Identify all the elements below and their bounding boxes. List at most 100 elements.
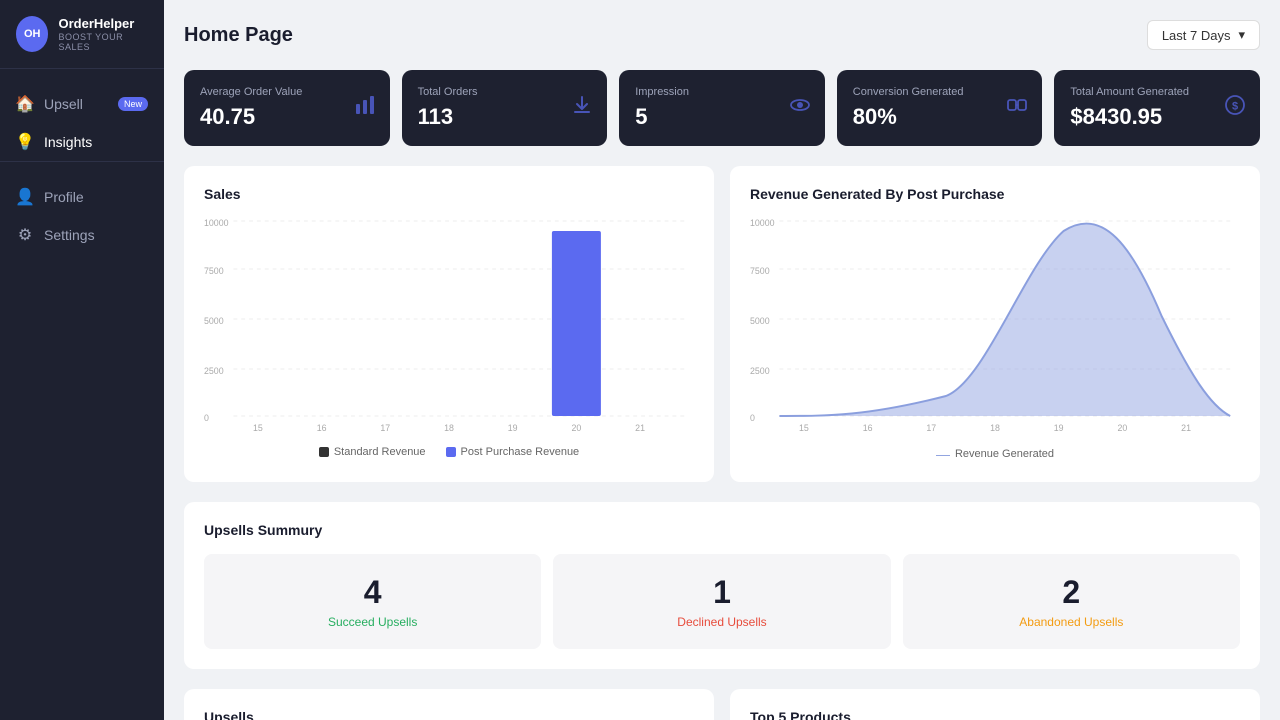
declined-upsells-card: 1 Declined Upsells — [553, 554, 890, 649]
succeed-label: Succeed Upsells — [224, 615, 521, 629]
metric-aov: Average Order Value 40.75 — [184, 70, 390, 146]
legend-standard: Standard Revenue — [319, 446, 426, 458]
metric-label: Average Order Value — [200, 86, 374, 98]
svg-text:17: 17 — [380, 423, 390, 433]
sidebar-item-upsell[interactable]: 🏠 Upsell New — [0, 85, 164, 123]
metric-value: $8430.95 — [1070, 104, 1244, 130]
declined-count: 1 — [573, 574, 870, 611]
metric-value: 5 — [635, 104, 809, 130]
eye-icon — [789, 94, 811, 122]
new-badge: New — [118, 97, 148, 111]
svg-text:5000: 5000 — [750, 316, 770, 326]
insights-icon: 💡 — [16, 133, 34, 151]
metric-value: 80% — [853, 104, 1027, 130]
date-filter[interactable]: Last 7 Days ▾ — [1147, 20, 1260, 50]
sidebar-item-insights[interactable]: 💡 Insights — [0, 123, 164, 161]
sidebar-nav: 🏠 Upsell New 💡 Insights 👤 Profile ⚙ Sett… — [0, 69, 164, 720]
settings-icon: ⚙ — [16, 226, 34, 244]
svg-text:15: 15 — [799, 423, 809, 433]
svg-text:21: 21 — [635, 423, 645, 433]
legend-color — [446, 447, 456, 457]
svg-text:17: 17 — [926, 423, 936, 433]
svg-text:19: 19 — [1054, 423, 1064, 433]
sidebar-bottom: 👤 Profile ⚙ Settings — [0, 161, 164, 270]
bar-chart-icon — [354, 94, 376, 122]
svg-text:0: 0 — [204, 413, 209, 423]
sidebar-item-label: Profile — [44, 189, 84, 205]
chevron-down-icon: ▾ — [1238, 27, 1245, 43]
dollar-icon: $ — [1224, 94, 1246, 122]
sales-chart-card: Sales .grid-line { stroke: #ddd; stroke-… — [184, 166, 714, 482]
legend-revenue: — Revenue Generated — [936, 446, 1054, 462]
metric-label: Impression — [635, 86, 809, 98]
page-title: Home Page — [184, 24, 293, 47]
upsells-summary-title: Upsells Summury — [204, 522, 1240, 538]
metric-conversion: Conversion Generated 80% — [837, 70, 1043, 146]
home-icon: 🏠 — [16, 95, 34, 113]
svg-text:5000: 5000 — [204, 316, 224, 326]
metric-label: Conversion Generated — [853, 86, 1027, 98]
metric-total-orders: Total Orders 113 — [402, 70, 608, 146]
svg-text:19: 19 — [508, 423, 518, 433]
svg-text:15: 15 — [253, 423, 263, 433]
metrics-row: Average Order Value 40.75 Total Orders 1… — [184, 70, 1260, 146]
metric-value: 113 — [418, 104, 592, 130]
page-header: Home Page Last 7 Days ▾ — [184, 20, 1260, 50]
sales-chart-area: .grid-line { stroke: #ddd; stroke-dashar… — [204, 216, 694, 436]
svg-text:7500: 7500 — [204, 266, 224, 276]
upsells-chart-title: Upsells — [204, 709, 694, 720]
svg-text:16: 16 — [863, 423, 873, 433]
upsells-summary-grid: 4 Succeed Upsells 1 Declined Upsells 2 A… — [204, 554, 1240, 649]
succeed-upsells-card: 4 Succeed Upsells — [204, 554, 541, 649]
svg-text:18: 18 — [990, 423, 1000, 433]
revenue-chart-area: 10000 7500 5000 2500 0 15 16 17 18 — [750, 216, 1240, 436]
svg-text:21: 21 — [1181, 423, 1191, 433]
abandoned-upsells-card: 2 Abandoned Upsells — [903, 554, 1240, 649]
metric-value: 40.75 — [200, 104, 374, 130]
sidebar-item-label: Upsell — [44, 96, 83, 112]
logo-icon: OH — [16, 16, 48, 52]
svg-text:7500: 7500 — [750, 266, 770, 276]
charts-row: Sales .grid-line { stroke: #ddd; stroke-… — [184, 166, 1260, 482]
svg-text:16: 16 — [317, 423, 327, 433]
svg-text:2500: 2500 — [204, 366, 224, 376]
abandoned-label: Abandoned Upsells — [923, 615, 1220, 629]
svg-text:10000: 10000 — [204, 218, 229, 228]
metric-impression: Impression 5 — [619, 70, 825, 146]
sidebar-item-profile[interactable]: 👤 Profile — [0, 178, 164, 216]
app-name: OrderHelper — [58, 16, 148, 32]
sidebar-item-label: Insights — [44, 134, 92, 150]
revenue-chart-legend: — Revenue Generated — [750, 446, 1240, 462]
svg-text:$: $ — [1232, 101, 1238, 113]
svg-text:0: 0 — [750, 413, 755, 423]
profile-icon: 👤 — [16, 188, 34, 206]
revenue-chart-title: Revenue Generated By Post Purchase — [750, 186, 1240, 202]
sidebar: OH OrderHelper BOOST YOUR SALES 🏠 Upsell… — [0, 0, 164, 720]
sidebar-item-settings[interactable]: ⚙ Settings — [0, 216, 164, 254]
sidebar-item-label: Settings — [44, 227, 95, 243]
svg-text:18: 18 — [444, 423, 454, 433]
upsells-summary-section: Upsells Summury 4 Succeed Upsells 1 Decl… — [184, 502, 1260, 669]
revenue-chart-card: Revenue Generated By Post Purchase 10000… — [730, 166, 1260, 482]
metric-total-amount: Total Amount Generated $8430.95 $ — [1054, 70, 1260, 146]
declined-label: Declined Upsells — [573, 615, 870, 629]
logo: OH OrderHelper BOOST YOUR SALES — [0, 0, 164, 69]
svg-text:10000: 10000 — [750, 218, 775, 228]
upsells-chart-card: Upsells 10000 7500 5000 2500 — [184, 689, 714, 720]
svg-text:20: 20 — [1117, 423, 1127, 433]
sales-chart-title: Sales — [204, 186, 694, 202]
succeed-count: 4 — [224, 574, 521, 611]
metric-label: Total Amount Generated — [1070, 86, 1244, 98]
metric-label: Total Orders — [418, 86, 592, 98]
svg-text:20: 20 — [571, 423, 581, 433]
app-tagline: BOOST YOUR SALES — [58, 32, 148, 52]
top-products-card: Top 5 Products 👟 ADIDAS | KID'S STAN SMI… — [730, 689, 1260, 720]
abandoned-count: 2 — [923, 574, 1220, 611]
top-products-title: Top 5 Products — [750, 709, 1240, 720]
bottom-row: Upsells 10000 7500 5000 2500 — [184, 689, 1260, 720]
sales-chart-legend: Standard Revenue Post Purchase Revenue — [204, 446, 694, 458]
main-content: Home Page Last 7 Days ▾ Average Order Va… — [164, 0, 1280, 720]
legend-post-purchase: Post Purchase Revenue — [446, 446, 580, 458]
download-icon — [571, 94, 593, 122]
svg-text:2500: 2500 — [750, 366, 770, 376]
